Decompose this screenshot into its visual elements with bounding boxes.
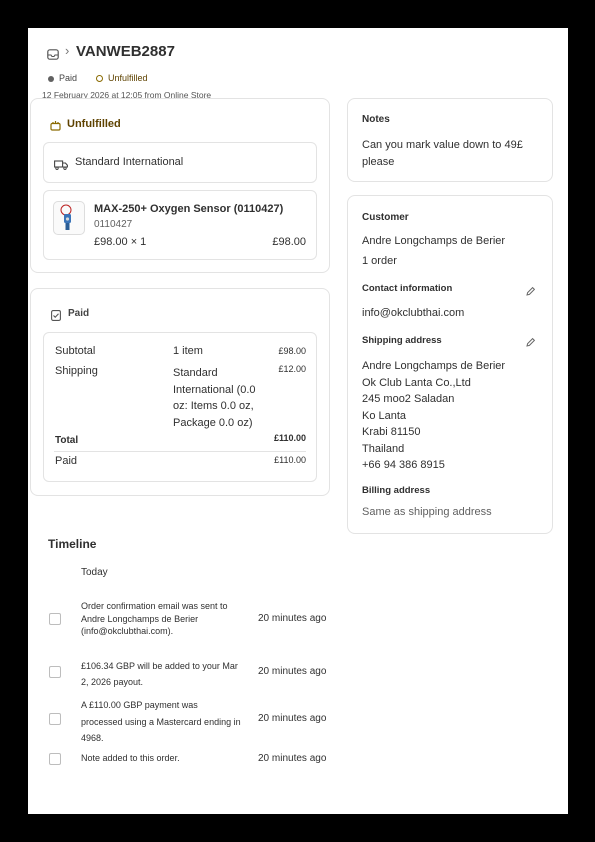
address-line: Thailand: [362, 442, 405, 455]
product-thumbnail[interactable]: [53, 201, 85, 235]
timeline-event-checkbox[interactable]: [49, 666, 61, 678]
edit-contact-pencil-icon[interactable]: [525, 284, 536, 302]
product-line-total: £98.00: [272, 236, 306, 248]
shipping-method-label: Standard International: [75, 156, 184, 168]
shipping-desc: Standard International (0.0 oz: Items 0.…: [173, 367, 256, 429]
notes-card: Notes Can you mark value down to 49£ ple…: [347, 98, 553, 182]
address-line: Ko Lanta: [362, 409, 407, 422]
paid-check-icon: [51, 308, 61, 326]
shipping-amount: £12.00: [278, 364, 306, 374]
notes-text: Can you mark value down to 49£ please: [362, 139, 523, 168]
total-label: Total: [55, 435, 79, 446]
billing-address-title: Billing address: [362, 485, 431, 496]
line-item-box: MAX-250+ Oxygen Sensor (0110427) 0110427…: [43, 190, 317, 260]
paid-amount: £110.00: [274, 455, 306, 465]
timeline-event-checkbox[interactable]: [49, 713, 61, 725]
address-line: Krabi 81150: [362, 426, 421, 438]
contact-email[interactable]: info@okclubthai.com: [362, 307, 464, 319]
customer-title: Customer: [362, 212, 409, 223]
address-line: Andre Longchamps de Berier: [362, 360, 506, 372]
address-phone: +66 94 386 8915: [362, 459, 445, 471]
paid-badge: Paid: [59, 73, 78, 83]
shipping-label: Shipping: [55, 365, 98, 377]
unfulfilled-package-icon: [50, 118, 61, 136]
subtotal-desc: 1 item: [173, 345, 203, 357]
customer-name-link[interactable]: Andre Longchamps de Berier: [362, 235, 505, 247]
shipping-address-title: Shipping address: [362, 335, 442, 346]
timeline-event-text: A £110.00 GBP payment was processed usin…: [81, 700, 241, 743]
fulfillment-card: Unfulfilled Standard International MAX-2…: [30, 98, 330, 273]
shipping-address-block: Andre Longchamps de Berier Ok Club Lanta…: [362, 358, 505, 474]
oxygen-sensor-image: [60, 204, 72, 230]
timeline-event-checkbox[interactable]: [49, 613, 61, 625]
product-sku: 0110427: [94, 219, 133, 230]
notes-title: Notes: [362, 114, 390, 125]
payment-summary-box: Subtotal 1 item £98.00 Shipping Standard…: [43, 332, 317, 482]
shipping-method-box: Standard International: [43, 142, 317, 183]
order-page: › VANWEB2887 Paid Unfulfilled 12 Februar…: [28, 28, 568, 814]
truck-icon: [54, 157, 68, 175]
product-price-qty: £98.00 × 1: [94, 236, 147, 248]
customer-card: Customer Andre Longchamps de Berier 1 or…: [347, 195, 553, 534]
paid-label: Paid: [55, 455, 78, 467]
timeline-event-text: Note added to this order.: [81, 753, 180, 763]
subtotal-label: Subtotal: [55, 345, 96, 357]
paid-dot-icon: [48, 76, 54, 82]
summary-divider: [54, 451, 306, 452]
unfulfilled-circle-icon: [96, 75, 103, 82]
timeline-event-time: 20 minutes ago: [258, 613, 327, 624]
timeline-today: Today: [81, 567, 108, 578]
fulfillment-status: Unfulfilled: [67, 118, 121, 130]
timeline-event-text: Order confirmation email was sent to And…: [81, 601, 228, 636]
subtotal-amount: £98.00: [278, 346, 306, 356]
product-title-link[interactable]: MAX-250+ Oxygen Sensor (0110427): [94, 203, 283, 215]
timeline-event-text: £106.34 GBP will be added to your Mar 2,…: [81, 661, 238, 687]
timeline-title: Timeline: [48, 537, 97, 551]
address-line: Ok Club Lanta Co.,Ltd: [362, 376, 471, 389]
page-title: VANWEB2887: [76, 43, 175, 60]
orders-icon[interactable]: [47, 47, 59, 65]
contact-info-title: Contact information: [362, 283, 453, 294]
payment-card: Paid Subtotal 1 item £98.00 Shipping Sta…: [30, 288, 330, 496]
total-amount: £110.00: [273, 433, 306, 443]
address-line: 245 moo2 Saladan: [362, 393, 455, 405]
breadcrumb-chevron-icon: ›: [65, 43, 70, 58]
edit-shipping-pencil-icon[interactable]: [525, 335, 536, 353]
timeline-event-time: 20 minutes ago: [258, 666, 327, 677]
billing-address-text: Same as shipping address: [362, 506, 492, 518]
customer-orders-link[interactable]: 1 order: [362, 255, 397, 267]
timeline-event-checkbox[interactable]: [49, 753, 61, 765]
timeline-event-time: 20 minutes ago: [258, 713, 327, 724]
timeline-event-time: 20 minutes ago: [258, 753, 327, 764]
unfulfilled-badge: Unfulfilled: [108, 73, 148, 83]
payment-status: Paid: [68, 308, 90, 319]
